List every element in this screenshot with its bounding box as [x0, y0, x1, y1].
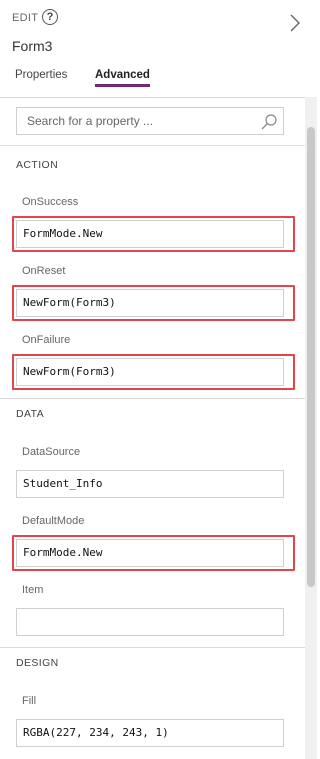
property-label-datasource: DataSource [22, 446, 81, 458]
active-tab-indicator [95, 84, 150, 87]
search-input[interactable] [27, 108, 247, 134]
search-box[interactable] [16, 107, 284, 135]
section-heading-data: DATA [16, 408, 45, 420]
highlight-box-defaultmode [12, 535, 295, 571]
property-label-defaultmode: DefaultMode [22, 515, 85, 527]
property-value-fill: RGBA(227, 234, 243, 1) [23, 726, 169, 739]
chevron-right-icon[interactable] [290, 14, 300, 32]
tab-properties[interactable]: Properties [15, 69, 67, 87]
tab-advanced-label: Advanced [95, 69, 150, 81]
properties-pane-header: EDIT ? Form3 Properties Advanced [0, 0, 317, 97]
highlight-box-onreset [12, 285, 295, 321]
form-title: Form3 [12, 38, 53, 54]
property-label-onfailure: OnFailure [22, 334, 71, 346]
section-divider [0, 647, 305, 648]
property-field-datasource[interactable]: Student_Info [16, 470, 284, 498]
property-label-fill: Fill [22, 695, 37, 707]
highlight-box-onsuccess [12, 216, 295, 252]
section-divider [0, 398, 305, 399]
property-field-fill[interactable]: RGBA(227, 234, 243, 1) [16, 719, 284, 747]
search-icon[interactable] [260, 113, 278, 131]
section-heading-design: DESIGN [16, 657, 59, 669]
property-label-item: Item [22, 584, 44, 596]
help-icon[interactable]: ? [42, 9, 58, 25]
property-label-onsuccess: OnSuccess [22, 196, 79, 208]
search-area [0, 98, 305, 146]
tab-advanced[interactable]: Advanced [95, 69, 150, 87]
scrollbar-thumb[interactable] [307, 127, 315, 587]
property-field-item[interactable] [16, 608, 284, 636]
edit-label: EDIT [12, 12, 39, 24]
section-heading-action: ACTION [16, 159, 59, 171]
property-value-datasource: Student_Info [23, 477, 103, 490]
advanced-properties-panel: ACTION OnSuccess FormMode.New OnReset Ne… [0, 97, 305, 759]
highlight-box-onfailure [12, 354, 295, 390]
vertical-scrollbar[interactable] [305, 97, 317, 759]
property-label-onreset: OnReset [22, 265, 66, 277]
